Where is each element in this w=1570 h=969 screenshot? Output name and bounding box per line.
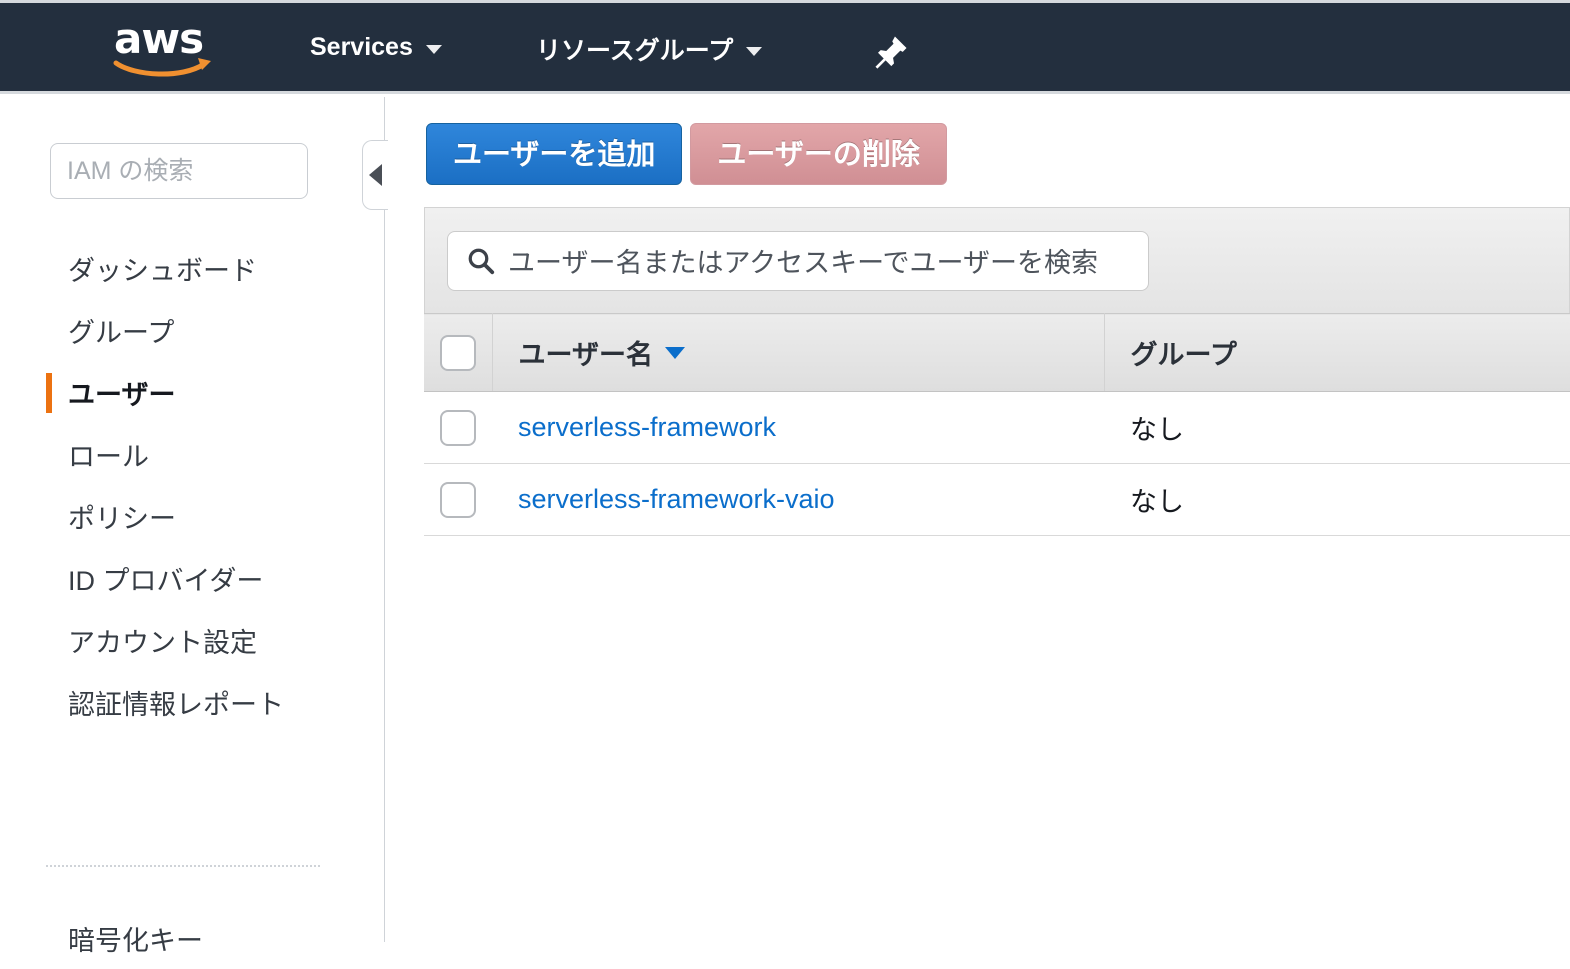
top-navigation-bar: aws Services リソースグループ (0, 0, 1570, 94)
row-group-cell: なし (1104, 391, 1570, 464)
nav-item-resource-groups-label: リソースグループ (536, 37, 734, 65)
table-row[interactable]: serverless-framework なし (424, 391, 1570, 464)
sidebar-item-identity-providers[interactable]: ID プロバイダー (0, 547, 385, 609)
action-toolbar: ユーザーを追加 ユーザーの削除 (426, 123, 947, 185)
nav-item-services-label: Services (310, 33, 413, 61)
table-row[interactable]: serverless-framework-vaio なし (424, 463, 1570, 536)
row-checkbox[interactable] (440, 409, 476, 446)
users-table-head: ユーザー名 グループ (424, 313, 1570, 392)
sidebar-item-label: ポリシー (68, 503, 176, 534)
sidebar-item-label: ユーザー (68, 379, 176, 410)
row-checkbox[interactable] (440, 481, 476, 518)
add-user-button[interactable]: ユーザーを追加 (426, 123, 683, 185)
sidebar-item-label: グループ (68, 317, 175, 348)
users-table-header-row: ユーザー名 グループ (424, 313, 1570, 392)
sidebar-item-users[interactable]: ユーザー (0, 361, 385, 423)
column-header-group[interactable]: グループ (1104, 313, 1570, 392)
sidebar: ダッシュボード グループ ユーザー ロール ポリシー ID プロバイダー アカウ… (0, 97, 385, 956)
sidebar-item-dashboard[interactable]: ダッシュボード (0, 237, 385, 299)
row-select-cell (424, 463, 492, 536)
sidebar-item-policies[interactable]: ポリシー (0, 485, 385, 547)
user-link[interactable]: serverless-framework-vaio (518, 484, 835, 514)
iam-search-input[interactable] (50, 143, 308, 199)
sidebar-item-groups[interactable]: グループ (0, 299, 385, 361)
sidebar-item-label: ロール (68, 441, 149, 472)
user-search-placeholder: ユーザー名またはアクセスキーでユーザーを検索 (508, 248, 1098, 278)
sidebar-divider (46, 865, 320, 867)
column-header-username-label: ユーザー名 (518, 340, 653, 370)
row-username-cell: serverless-framework (492, 391, 1104, 464)
pushpin-icon[interactable] (872, 33, 910, 76)
sidebar-collapse-button[interactable] (362, 140, 388, 210)
aws-wordmark: aws (114, 14, 204, 63)
users-table-body: serverless-framework なし serverless-frame… (424, 391, 1570, 536)
chevron-down-icon (425, 45, 442, 54)
sidebar-item-roles[interactable]: ロール (0, 423, 385, 485)
sidebar-nav-list-secondary: 暗号化キー (0, 907, 385, 969)
user-search-box[interactable]: ユーザー名またはアクセスキーでユーザーを検索 (447, 230, 1149, 291)
sidebar-item-label: 暗号化キー (68, 925, 203, 956)
sidebar-nav-list: ダッシュボード グループ ユーザー ロール ポリシー ID プロバイダー アカウ… (0, 237, 385, 733)
sidebar-item-label: ダッシュボード (68, 255, 257, 286)
select-all-checkbox[interactable] (439, 334, 476, 371)
chevron-down-icon (746, 46, 763, 56)
sidebar-item-label: 認証情報レポート (68, 689, 284, 720)
main-content: ユーザーを追加 ユーザーの削除 ユーザー名またはアクセスキーでユーザーを検索 ユ… (386, 97, 1570, 942)
sidebar-item-label: アカウント設定 (68, 627, 257, 658)
caret-down-icon (664, 346, 685, 359)
column-header-username[interactable]: ユーザー名 (492, 313, 1105, 392)
sidebar-item-label: ID プロバイダー (68, 565, 264, 596)
users-table: ユーザー名 グループ serverless-framework なし serve… (424, 313, 1570, 536)
sidebar-item-credential-report[interactable]: 認証情報レポート (0, 671, 385, 733)
delete-user-button[interactable]: ユーザーの削除 (690, 123, 947, 185)
nav-item-resource-groups[interactable]: リソースグループ (536, 31, 763, 67)
aws-logo[interactable]: aws (112, 14, 216, 77)
sidebar-item-account-settings[interactable]: アカウント設定 (0, 609, 385, 671)
row-select-cell (424, 391, 492, 464)
triangle-left-icon (369, 164, 382, 186)
row-group-cell: なし (1104, 463, 1570, 536)
sidebar-item-encryption-keys[interactable]: 暗号化キー (0, 907, 385, 969)
nav-item-services[interactable]: Services (310, 33, 442, 62)
table-search-toolbar: ユーザー名またはアクセスキーでユーザーを検索 (424, 207, 1570, 313)
select-all-header (424, 313, 493, 392)
user-link[interactable]: serverless-framework (518, 412, 776, 442)
row-username-cell: serverless-framework-vaio (492, 463, 1104, 536)
search-icon (468, 248, 495, 274)
column-header-group-label: グループ (1130, 340, 1237, 370)
users-table-panel: ユーザー名またはアクセスキーでユーザーを検索 ユーザー名 グループ server… (424, 207, 1570, 536)
